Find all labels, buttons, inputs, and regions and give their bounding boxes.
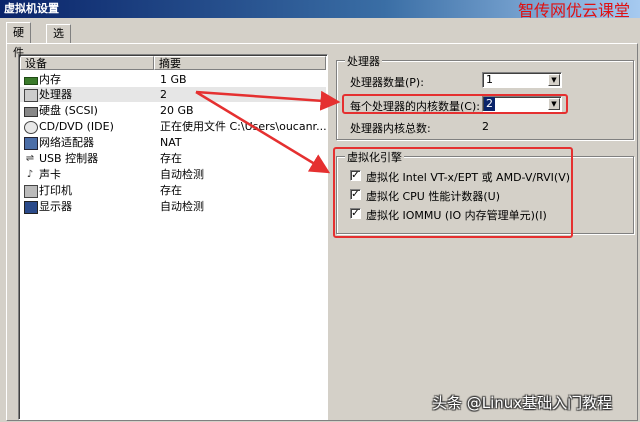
arrow-to-virtualization: [195, 90, 331, 174]
annotation-arrows: [195, 90, 341, 174]
tab-hardware[interactable]: 硬件: [6, 22, 31, 59]
watermark-bottom: 头条 @Linux基础入门教程: [432, 394, 613, 412]
arrow-to-cores: [195, 90, 341, 111]
